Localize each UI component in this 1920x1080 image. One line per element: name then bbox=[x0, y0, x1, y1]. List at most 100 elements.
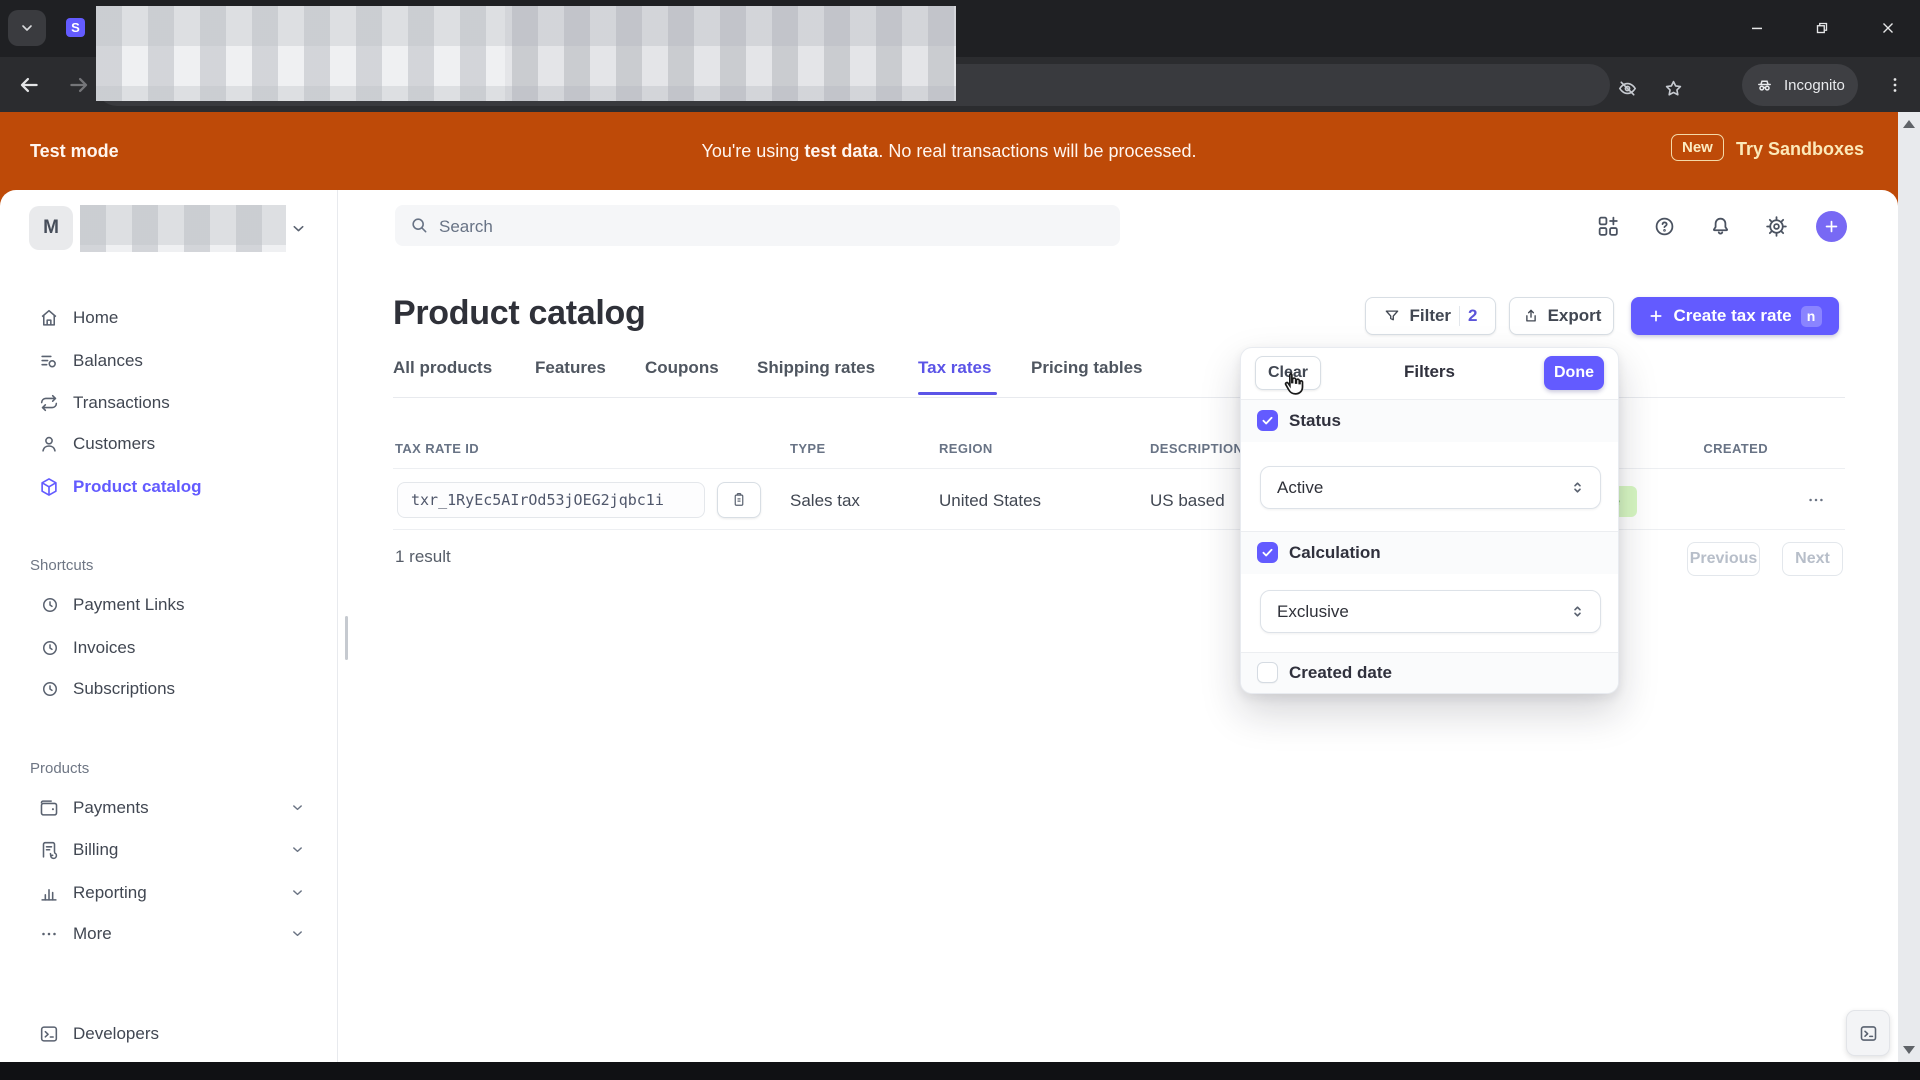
scrollbar-down-arrow[interactable] bbox=[1903, 1046, 1915, 1054]
incognito-badge[interactable]: Incognito bbox=[1742, 64, 1858, 106]
back-arrow-icon bbox=[16, 72, 42, 98]
row-overflow-button[interactable] bbox=[1798, 483, 1834, 517]
sidebar-item-invoices[interactable]: Invoices bbox=[0, 627, 337, 669]
sidebar-item-product-catalog[interactable]: Product catalog bbox=[0, 466, 337, 508]
search-input[interactable] bbox=[437, 205, 1081, 248]
tab-pricing-tables[interactable]: Pricing tables bbox=[1031, 358, 1142, 388]
filter-button[interactable]: Filter 2 bbox=[1365, 297, 1496, 335]
column-header-created: CREATED bbox=[1703, 441, 1768, 456]
wallet-icon bbox=[38, 797, 60, 819]
calculation-filter-label: Calculation bbox=[1289, 543, 1381, 562]
chevron-down-icon bbox=[19, 20, 35, 36]
sidebar-item-balances[interactable]: Balances bbox=[0, 340, 337, 382]
tab-search-button[interactable] bbox=[8, 10, 46, 46]
created-date-filter-label: Created date bbox=[1289, 663, 1392, 682]
ellipsis-icon bbox=[1806, 490, 1826, 510]
window-restore-button[interactable] bbox=[1808, 16, 1836, 40]
sidebar-item-payments[interactable]: Payments bbox=[0, 787, 337, 829]
keyboard-shortcut-badge: n bbox=[1800, 305, 1822, 327]
window-close-button[interactable] bbox=[1874, 16, 1902, 40]
forward-button[interactable] bbox=[66, 72, 92, 98]
quick-create-button[interactable] bbox=[1816, 211, 1847, 242]
sidebar-item-label: More bbox=[73, 924, 112, 943]
export-button[interactable]: Export bbox=[1509, 297, 1614, 335]
sidebar-item-reporting[interactable]: Reporting bbox=[0, 872, 337, 914]
try-sandboxes-link[interactable]: Try Sandboxes bbox=[1736, 139, 1864, 160]
sidebar-item-payment-links[interactable]: Payment Links bbox=[0, 584, 337, 626]
tab-all-products[interactable]: All products bbox=[393, 358, 492, 388]
page-title: Product catalog bbox=[393, 294, 646, 332]
content-hidden-button[interactable] bbox=[1616, 77, 1639, 100]
plus-icon bbox=[1648, 308, 1664, 324]
status-checkbox[interactable] bbox=[1257, 410, 1278, 431]
sidebar-item-transactions[interactable]: Transactions bbox=[0, 382, 337, 424]
sidebar-scroll-thumb[interactable] bbox=[345, 616, 348, 660]
tab-coupons[interactable]: Coupons bbox=[645, 358, 719, 388]
developer-terminal-button[interactable] bbox=[1846, 1010, 1890, 1056]
done-button[interactable]: Done bbox=[1544, 356, 1604, 390]
apps-button[interactable] bbox=[1596, 214, 1621, 239]
account-switcher[interactable]: M bbox=[29, 205, 309, 253]
sidebar-item-label: Product catalog bbox=[73, 477, 202, 496]
bookmark-button[interactable] bbox=[1662, 77, 1685, 100]
previous-page-button[interactable]: Previous bbox=[1687, 542, 1760, 576]
star-icon bbox=[1662, 77, 1685, 100]
sidebar-item-label: Payment Links bbox=[73, 595, 185, 614]
calculation-checkbox[interactable] bbox=[1257, 542, 1278, 563]
clock-icon bbox=[40, 595, 60, 615]
redacted-url-area-overlay bbox=[505, 6, 956, 101]
created-date-checkbox[interactable] bbox=[1257, 662, 1278, 683]
sidebar-item-label: Reporting bbox=[73, 883, 147, 902]
calculation-select[interactable]: Exclusive bbox=[1260, 590, 1601, 633]
notifications-button[interactable] bbox=[1708, 214, 1733, 239]
sidebar-item-label: Payments bbox=[73, 798, 149, 817]
back-button[interactable] bbox=[16, 72, 42, 98]
sidebar-item-home[interactable]: Home bbox=[0, 297, 337, 339]
tax-rate-id-pill[interactable]: txr_1RyEc5AIrOd53jOEG2jqbc1i bbox=[397, 482, 705, 518]
column-header-description: DESCRIPTION bbox=[1150, 441, 1244, 456]
page-scrollbar[interactable] bbox=[1898, 112, 1920, 1062]
sidebar-item-label: Customers bbox=[73, 434, 156, 453]
create-tax-rate-button[interactable]: Create tax rate n bbox=[1631, 297, 1839, 335]
incognito-icon bbox=[1754, 75, 1775, 96]
tab-shipping-rates[interactable]: Shipping rates bbox=[757, 358, 875, 388]
search-bar[interactable] bbox=[395, 205, 1120, 248]
table-row-divider bbox=[393, 529, 1845, 530]
settings-button[interactable] bbox=[1764, 214, 1789, 239]
browser-menu-button[interactable] bbox=[1884, 74, 1906, 96]
help-button[interactable] bbox=[1652, 214, 1677, 239]
help-icon bbox=[1652, 214, 1677, 239]
kebab-menu-icon bbox=[1884, 74, 1906, 96]
funnel-icon bbox=[1383, 307, 1401, 325]
tab-features[interactable]: Features bbox=[535, 358, 606, 388]
select-chevrons-icon bbox=[1569, 603, 1586, 620]
sidebar-item-developers[interactable]: Developers bbox=[0, 1013, 337, 1055]
result-count: 1 result bbox=[395, 547, 451, 566]
scrollbar-up-arrow[interactable] bbox=[1903, 120, 1915, 128]
sidebar-item-label: Home bbox=[73, 308, 119, 327]
select-chevrons-icon bbox=[1569, 479, 1586, 496]
close-icon bbox=[1879, 19, 1897, 37]
cell-region: United States bbox=[939, 491, 1042, 510]
sidebar-item-subscriptions[interactable]: Subscriptions bbox=[0, 668, 337, 710]
tab-tax-rates[interactable]: Tax rates bbox=[918, 358, 991, 388]
table-header-divider bbox=[393, 468, 1845, 469]
window-bottom-edge bbox=[0, 1062, 1920, 1080]
redacted-account-name bbox=[80, 205, 286, 252]
filter-button-label: Filter bbox=[1409, 306, 1452, 325]
sidebar-item-customers[interactable]: Customers bbox=[0, 423, 337, 465]
next-page-button[interactable]: Next bbox=[1782, 542, 1843, 576]
sidebar-item-more[interactable]: More bbox=[0, 913, 337, 955]
banner-message-prefix: You're using bbox=[701, 141, 805, 161]
status-select[interactable]: Active bbox=[1260, 466, 1601, 509]
filter-count-badge: 2 bbox=[1468, 306, 1478, 325]
restore-icon bbox=[1813, 19, 1831, 37]
product-catalog-icon bbox=[38, 476, 60, 498]
customers-icon bbox=[38, 433, 60, 455]
shortcuts-heading: Shortcuts bbox=[30, 557, 94, 574]
window-minimize-button[interactable] bbox=[1743, 16, 1771, 40]
sidebar-item-billing[interactable]: Billing bbox=[0, 829, 337, 871]
bell-icon bbox=[1708, 214, 1733, 239]
clipboard-icon bbox=[730, 491, 748, 509]
copy-id-button[interactable] bbox=[717, 482, 761, 518]
